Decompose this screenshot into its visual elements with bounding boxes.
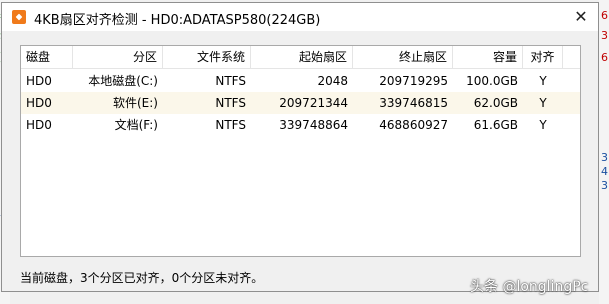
status-text: 当前磁盘，3个分区已对齐，0个分区未对齐。 <box>20 271 264 285</box>
column-header-filesystem[interactable]: 文件系统 <box>163 46 251 68</box>
cell-aligned: Y <box>539 74 547 88</box>
cell-aligned: Y <box>539 96 547 110</box>
background-fragment: 3 <box>601 29 608 42</box>
column-header-start-sector[interactable]: 起始扇区 <box>251 46 353 68</box>
table-row[interactable]: HD0 本地磁盘(C:) NTFS 2048 209719295 100.0GB… <box>21 70 580 92</box>
cell-filesystem: NTFS <box>215 74 246 88</box>
cell-disk: HD0 <box>26 96 52 110</box>
app-icon <box>12 10 26 24</box>
cell-end-sector: 209719295 <box>379 74 448 88</box>
column-header-disk[interactable]: 磁盘 <box>21 46 73 68</box>
cell-filesystem: NTFS <box>215 118 246 132</box>
cell-end-sector: 468860927 <box>379 118 448 132</box>
column-header-end-sector[interactable]: 终止扇区 <box>353 46 453 68</box>
cell-disk: HD0 <box>26 74 52 88</box>
close-button[interactable]: ✕ <box>568 5 594 29</box>
column-header-capacity[interactable]: 容量 <box>453 46 523 68</box>
table-row[interactable]: HD0 软件(E:) NTFS 209721344 339746815 62.0… <box>21 92 580 114</box>
background-fragment: 3 <box>601 179 608 192</box>
background-fragment: 6 <box>601 9 608 22</box>
cell-start-sector: 339748864 <box>279 118 348 132</box>
alignment-check-dialog: 4KB扇区对齐检测 - HD0:ADATASP580(224GB) ✕ 磁盘 分… <box>1 2 599 292</box>
cell-disk: HD0 <box>26 118 52 132</box>
background-fragment: 6 <box>601 51 608 64</box>
cell-capacity: 62.0GB <box>473 96 518 110</box>
window-title: 4KB扇区对齐检测 - HD0:ADATASP580(224GB) <box>34 13 321 28</box>
background-window-right: 6 3 6 3 4 3 <box>599 0 609 304</box>
cell-start-sector: 2048 <box>317 74 348 88</box>
partition-list[interactable]: 磁盘 分区 文件系统 起始扇区 终止扇区 容量 对齐 HD0 本地磁盘(C:) … <box>20 45 581 257</box>
background-fragment: 3 <box>601 151 608 164</box>
column-header-partition[interactable]: 分区 <box>73 46 163 68</box>
cell-aligned: Y <box>539 118 547 132</box>
cell-partition: 本地磁盘(C:) <box>88 74 158 88</box>
table-row[interactable]: HD0 文档(F:) NTFS 339748864 468860927 61.6… <box>21 114 580 136</box>
column-header-aligned[interactable]: 对齐 <box>523 46 563 68</box>
cell-partition: 文档(F:) <box>114 118 158 132</box>
watermark: 头条 @longlingPc <box>470 279 589 295</box>
cell-end-sector: 339746815 <box>379 96 448 110</box>
title-bar[interactable]: 4KB扇区对齐检测 - HD0:ADATASP580(224GB) ✕ <box>2 3 598 31</box>
cell-filesystem: NTFS <box>215 96 246 110</box>
list-header: 磁盘 分区 文件系统 起始扇区 终止扇区 容量 对齐 <box>21 46 580 69</box>
cell-capacity: 61.6GB <box>473 118 518 132</box>
cell-capacity: 100.0GB <box>466 74 518 88</box>
cell-partition: 软件(E:) <box>113 96 158 110</box>
background-fragment: 4 <box>601 165 608 178</box>
cell-start-sector: 209721344 <box>279 96 348 110</box>
